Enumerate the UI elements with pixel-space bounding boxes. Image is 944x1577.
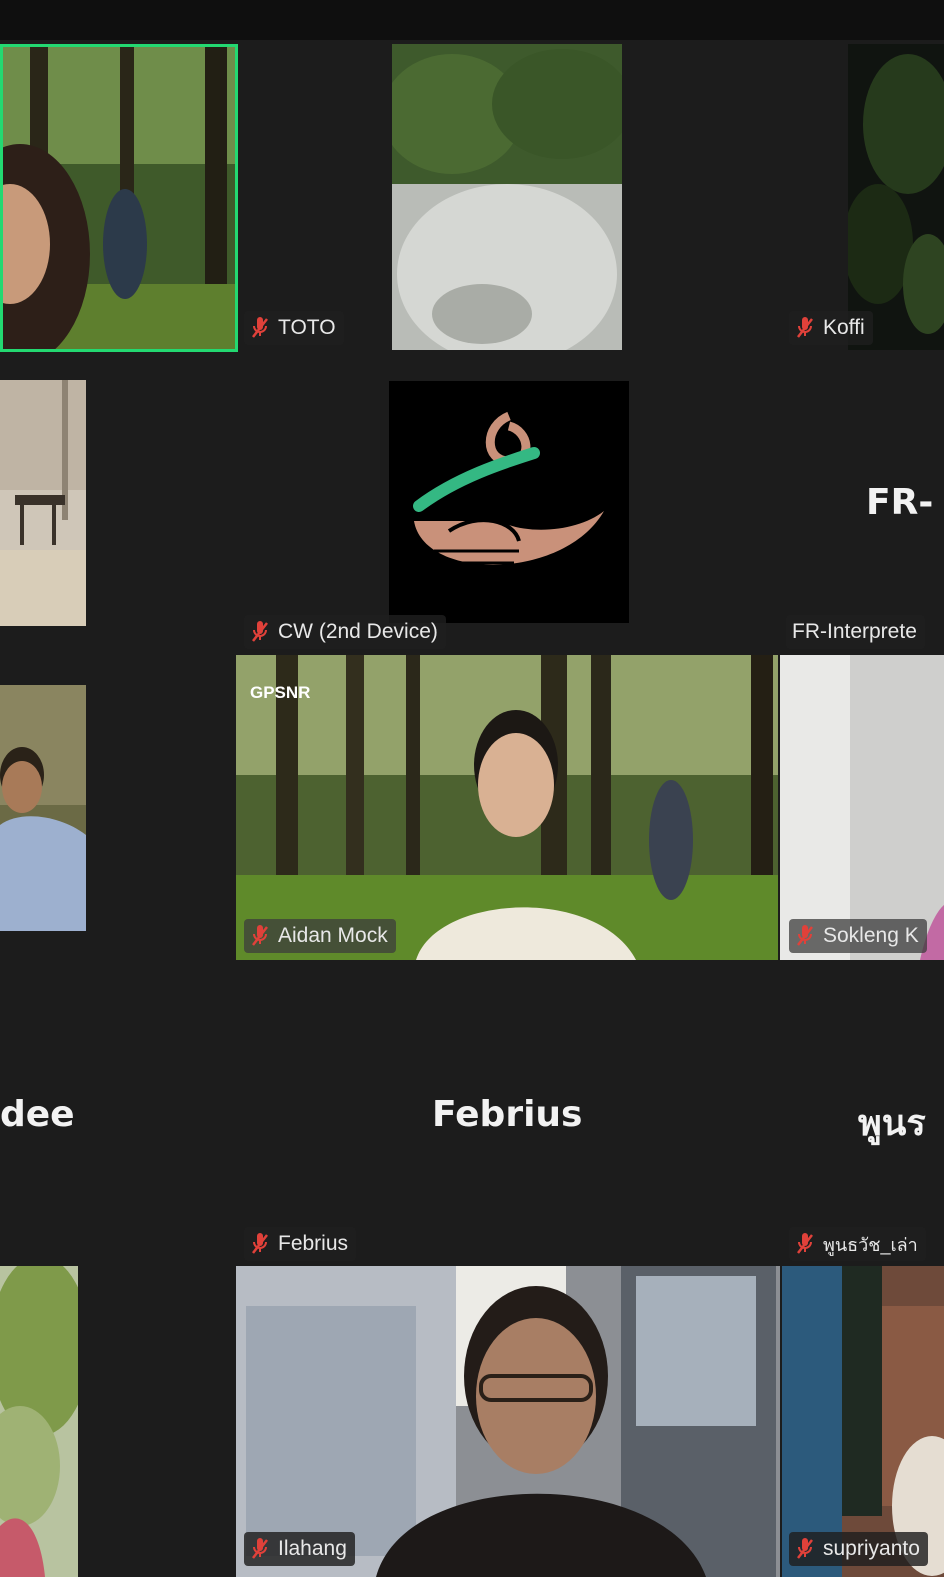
video-tile-koffi[interactable]	[848, 44, 944, 350]
muted-microphone-icon	[797, 925, 813, 946]
room-video-feed	[0, 380, 86, 626]
window-top-bar	[0, 0, 944, 40]
muted-microphone-icon	[252, 1233, 268, 1254]
person-outdoors-video-feed	[0, 685, 86, 931]
bright-wall-video-feed	[780, 655, 944, 960]
video-tile-ilahang[interactable]	[236, 1266, 780, 1577]
name-tag-toto: TOTO	[244, 311, 344, 345]
video-tile-active-speaker[interactable]	[0, 44, 238, 352]
participant-display-name-thai: พูนร	[858, 1103, 926, 1144]
participant-display-name-febrius: Febrius	[432, 1094, 583, 1135]
name-tag-aidan-mock: Aidan Mock	[244, 919, 396, 953]
hand-bowl-logo-icon	[413, 411, 604, 577]
participant-name: Ilahang	[278, 1537, 347, 1560]
participant-name: FR-Interprete	[792, 620, 917, 643]
active-speaker-border	[0, 44, 238, 352]
gpsnr-logo-text: GPSNR	[250, 683, 311, 702]
name-tag-koffi: Koffi	[789, 311, 873, 345]
name-tag-fr-interpreter: FR-Interprete	[786, 615, 925, 649]
name-tag-cw: CW (2nd Device)	[244, 615, 446, 649]
participant-name: Sokleng K	[823, 924, 919, 947]
fog-video-feed	[392, 44, 622, 350]
participant-display-name-fr: FR-	[866, 482, 934, 523]
participant-name: พูนธวัช_เล่า	[823, 1234, 918, 1255]
participant-name: Aidan Mock	[278, 924, 388, 947]
muted-microphone-icon	[252, 925, 268, 946]
muted-microphone-icon	[252, 621, 268, 642]
name-tag-sokleng: Sokleng K	[789, 919, 927, 953]
brick-wall-video-feed	[782, 1266, 944, 1577]
muted-microphone-icon	[797, 1233, 813, 1254]
video-tile-man-shirt[interactable]	[0, 685, 86, 931]
participant-name: TOTO	[278, 316, 336, 339]
participant-name: Koffi	[823, 316, 865, 339]
gpsnr-logo: GPSNR	[250, 683, 310, 703]
video-tile-cw-logo[interactable]	[389, 381, 629, 623]
video-tile-aidan-mock[interactable]: GPSNR	[236, 655, 778, 960]
dark-foliage-video-feed	[848, 44, 944, 350]
video-tile-supriyanto[interactable]	[782, 1266, 944, 1577]
name-tag-supriyanto: supriyanto	[789, 1532, 928, 1566]
name-tag-ilahang: Ilahang	[244, 1532, 355, 1566]
name-tag-febrius: Febrius	[244, 1227, 357, 1261]
video-tile-foggy-trees[interactable]	[392, 44, 622, 350]
muted-microphone-icon	[797, 1538, 813, 1559]
muted-microphone-icon	[252, 317, 268, 338]
video-tile-room[interactable]	[0, 380, 86, 626]
name-tag-thai: พูนธวัช_เล่า	[789, 1227, 926, 1261]
participant-display-name-dee: dee	[0, 1094, 75, 1135]
outdoor-trees-video-feed	[0, 1266, 78, 1577]
forest-background-video-feed	[236, 655, 778, 960]
muted-microphone-icon	[797, 317, 813, 338]
participant-name: CW (2nd Device)	[278, 620, 438, 643]
muted-microphone-icon	[252, 1538, 268, 1559]
participant-name: supriyanto	[823, 1537, 920, 1560]
window-office-video-feed	[236, 1266, 780, 1577]
participant-name: Febrius	[278, 1232, 349, 1255]
video-tile-sokleng[interactable]	[780, 655, 944, 960]
video-tile-outdoor-woman[interactable]	[0, 1266, 78, 1577]
